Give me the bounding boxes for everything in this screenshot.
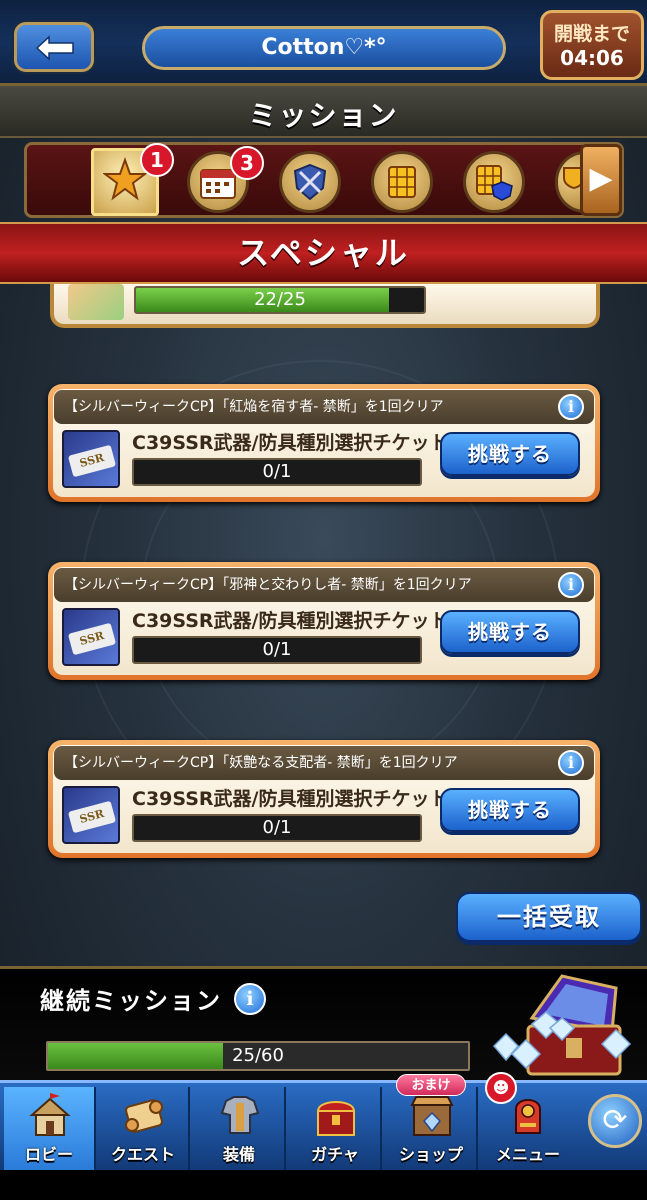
nav-equipment[interactable]: 装備 bbox=[194, 1087, 286, 1171]
info-icon[interactable]: i bbox=[234, 983, 266, 1015]
mission-card-partial: 22/25 bbox=[50, 284, 600, 328]
category-banner: スペシャル bbox=[0, 222, 647, 284]
tab-badge: 1 bbox=[140, 143, 174, 177]
grid-panel-icon bbox=[374, 166, 430, 210]
bonus-tag: おまけ bbox=[396, 1074, 466, 1096]
top-bar: Cotton♡*° 開戦まで 04:06 bbox=[0, 0, 647, 86]
tab-panel[interactable] bbox=[371, 151, 433, 213]
mission-progress-bar: 0/1 bbox=[132, 814, 422, 842]
treasure-chest-icon[interactable] bbox=[492, 968, 632, 1080]
reward-name: C39SSR武器/防具種別選択チケット bbox=[132, 432, 449, 454]
challenge-button[interactable]: 挑戦する bbox=[440, 610, 580, 654]
nav-label: 装備 bbox=[222, 1145, 255, 1164]
reward-name: C39SSR武器/防具種別選択チケット bbox=[132, 610, 449, 632]
mission-card: 【シルバーウィークCP】「紅焔を宿す者- 禁断」を1回クリア i SSR C39… bbox=[48, 384, 600, 502]
refresh-button[interactable]: ⟳ bbox=[588, 1094, 642, 1148]
mission-progress-bar: 22/25 bbox=[134, 286, 426, 314]
challenge-button[interactable]: 挑戦する bbox=[440, 432, 580, 476]
progress-text: 0/1 bbox=[262, 639, 292, 660]
continuation-title: 継続ミッション bbox=[40, 987, 222, 1015]
armor-icon bbox=[220, 1096, 260, 1134]
progress-text: 22/25 bbox=[254, 289, 306, 310]
claim-all-button[interactable]: 一括受取 bbox=[456, 892, 642, 942]
screen-bottom-edge bbox=[0, 1170, 647, 1200]
mission-title: 【シルバーウィークCP】「妖艶なる支配者- 禁断」を1回クリア bbox=[64, 755, 458, 771]
mission-title-bar: 【シルバーウィークCP】「妖艶なる支配者- 禁断」を1回クリア i bbox=[54, 746, 594, 780]
trophy-icon bbox=[558, 166, 582, 208]
back-arrow-icon bbox=[35, 35, 74, 61]
nav-label: ガチャ bbox=[311, 1145, 359, 1164]
challenge-button[interactable]: 挑戦する bbox=[440, 788, 580, 832]
reward-name: C39SSR武器/防具種別選択チケット bbox=[132, 788, 449, 810]
tab-scroll-right-button[interactable]: ▶ bbox=[580, 144, 622, 216]
countdown-label: 開戦まで bbox=[553, 23, 630, 45]
nav-gacha[interactable]: ガチャ bbox=[290, 1087, 382, 1171]
nav-shop[interactable]: ショップ bbox=[386, 1087, 478, 1171]
info-icon[interactable]: i bbox=[558, 572, 584, 598]
shield-swords-icon bbox=[282, 163, 338, 210]
mission-progress-bar: 0/1 bbox=[132, 636, 422, 664]
back-button[interactable] bbox=[14, 22, 94, 72]
ticket-label: SSR bbox=[67, 444, 117, 478]
ticket-label: SSR bbox=[67, 622, 117, 656]
category-title: スペシャル bbox=[237, 234, 410, 272]
grid-gem-icon bbox=[466, 165, 522, 210]
nav-label: クエスト bbox=[110, 1145, 175, 1164]
tab-panel-gem[interactable] bbox=[463, 151, 525, 213]
progress-text: 0/1 bbox=[262, 817, 292, 838]
mission-progress-bar: 0/1 bbox=[132, 458, 422, 486]
mission-category-tabs: 1 3 bbox=[24, 142, 624, 218]
mission-title: 【シルバーウィークCP】「紅焔を宿す者- 禁断」を1回クリア bbox=[64, 399, 444, 415]
mission-title-bar: 【シルバーウィークCP】「紅焔を宿す者- 禁断」を1回クリア i bbox=[54, 390, 594, 424]
nav-quest[interactable]: クエスト bbox=[98, 1087, 190, 1171]
title-bar: ミッション bbox=[0, 86, 647, 138]
progress-text: 0/1 bbox=[262, 461, 292, 482]
bottom-navigation: ロビー クエスト 装備 ガチャ ショップ メニュー bbox=[0, 1080, 647, 1171]
tab-daily[interactable]: 3 bbox=[187, 146, 264, 213]
mission-title-bar: 【シルバーウィークCP】「邪神と交わりし者- 禁断」を1回クリア i bbox=[54, 568, 594, 602]
refresh-icon: ⟳ bbox=[602, 1103, 628, 1138]
continuation-progress-bar: 25/60 bbox=[46, 1041, 470, 1071]
reward-thumbnail bbox=[68, 284, 124, 320]
gacha-chest-icon bbox=[316, 1101, 356, 1136]
info-icon[interactable]: i bbox=[558, 750, 584, 776]
quest-scroll-icon bbox=[125, 1099, 163, 1133]
ticket-icon: SSR bbox=[62, 608, 120, 666]
mission-card: 【シルバーウィークCP】「邪神と交わりし者- 禁断」を1回クリア i SSR C… bbox=[48, 562, 600, 680]
chevron-right-icon: ▶ bbox=[589, 161, 613, 196]
countdown-value: 04:06 bbox=[560, 46, 624, 70]
smiley-notification-icon: ☻ bbox=[485, 1072, 517, 1104]
battle-countdown: 開戦まで 04:06 bbox=[540, 10, 644, 80]
nav-label: メニュー bbox=[495, 1145, 560, 1164]
ticket-label: SSR bbox=[67, 800, 117, 834]
progress-text: 25/60 bbox=[232, 1045, 284, 1066]
mission-title: 【シルバーウィークCP】「邪神と交わりし者- 禁断」を1回クリア bbox=[64, 577, 472, 593]
mission-card: 【シルバーウィークCP】「妖艶なる支配者- 禁断」を1回クリア i SSR C3… bbox=[48, 740, 600, 858]
nav-lobby[interactable]: ロビー bbox=[4, 1087, 96, 1171]
mission-screen: Cotton♡*° 開戦まで 04:06 ミッション 1 3 ▶ スペシャル 2… bbox=[0, 0, 647, 1200]
tab-special[interactable]: 1 bbox=[91, 143, 174, 216]
page-title: ミッション bbox=[248, 99, 399, 132]
tab-badge: 3 bbox=[230, 146, 264, 180]
nav-label: ショップ bbox=[398, 1145, 463, 1164]
player-name: Cotton♡*° bbox=[142, 26, 506, 70]
tab-battle[interactable] bbox=[279, 151, 341, 213]
nav-label: ロビー bbox=[24, 1145, 73, 1164]
shop-icon bbox=[410, 1096, 454, 1136]
ticket-icon: SSR bbox=[62, 430, 120, 488]
info-icon[interactable]: i bbox=[558, 394, 584, 420]
lobby-icon bbox=[29, 1093, 71, 1136]
ticket-icon: SSR bbox=[62, 786, 120, 844]
